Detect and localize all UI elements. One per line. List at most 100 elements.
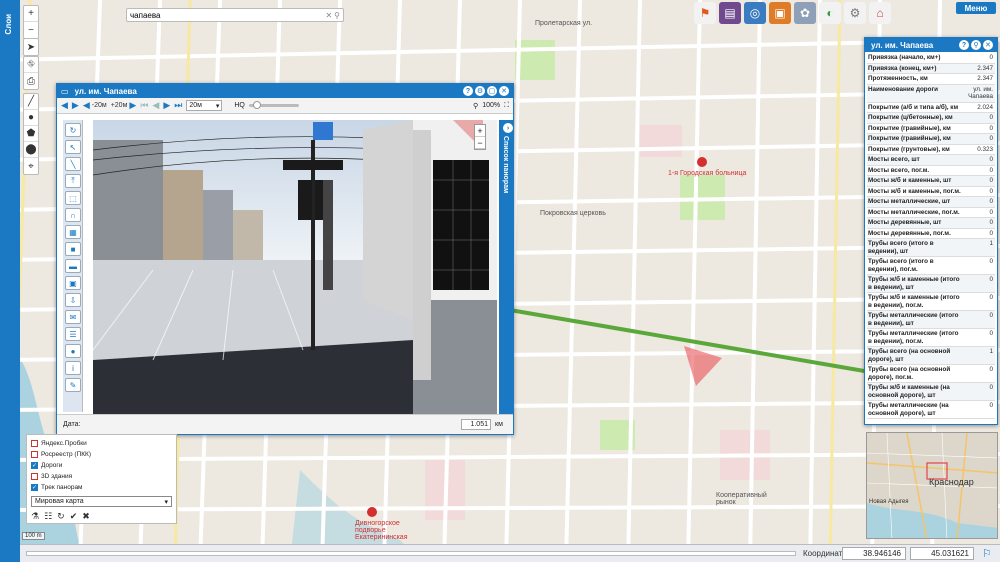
snapshot-icon[interactable]: ▣ <box>65 276 81 290</box>
attributes-close-icon[interactable]: ✕ <box>983 40 993 50</box>
book-icon[interactable]: ▤ <box>719 2 741 24</box>
basemap-select[interactable]: Мировая карта ▾ <box>31 496 172 507</box>
refresh-icon[interactable]: ↻ <box>57 511 65 522</box>
next-arrow-icon[interactable]: ▶ <box>72 100 79 111</box>
layer-checkbox[interactable] <box>31 440 38 447</box>
filter-icon[interactable]: ⚗ <box>31 511 39 522</box>
print-icon[interactable]: ⎙ <box>24 73 38 89</box>
layer-item[interactable]: ✓ Дороги <box>31 460 172 471</box>
layer-item[interactable]: ✓ Трек панорам <box>31 482 172 493</box>
last-icon[interactable]: ⏭ <box>174 100 182 111</box>
grid-icon[interactable]: ▦ <box>65 225 81 239</box>
measure-height-icon[interactable]: ⤒ <box>65 174 81 188</box>
tools-icon[interactable]: ✎ <box>65 378 81 392</box>
fullscreen-icon[interactable]: ⛶ <box>504 102 509 110</box>
search-input[interactable] <box>130 10 324 20</box>
attribute-key: Трубы металлические (итого в ведении), ш… <box>868 312 959 327</box>
measure-line-icon[interactable]: ╲ <box>65 157 81 171</box>
layers-sidebar-toggle[interactable]: Слои <box>0 0 20 562</box>
search-icon[interactable]: ⚲ <box>334 11 340 20</box>
draw-point-icon[interactable]: ● <box>24 110 38 126</box>
menu-button[interactable]: Меню <box>956 2 996 14</box>
collapse-icon[interactable]: › <box>503 123 513 133</box>
zoom-out-button[interactable]: − <box>24 22 38 38</box>
layer-item[interactable]: 3D здания <box>31 471 172 482</box>
quality-slider[interactable] <box>248 101 299 109</box>
road-icon[interactable]: ⛗ <box>24 57 38 73</box>
map-pin-icon[interactable]: ⚑ <box>694 2 716 24</box>
gear-icon[interactable]: ⚙ <box>844 2 866 24</box>
layer-checkbox[interactable] <box>31 473 38 480</box>
longitude-field[interactable]: 38.946146 <box>842 547 906 560</box>
layer-item[interactable]: Росреестр (ПКК) <box>31 449 172 460</box>
horizontal-scrollbar[interactable] <box>26 551 796 556</box>
map-scale: 100 m <box>22 532 45 540</box>
rewind-icon[interactable]: ◀ <box>152 100 159 111</box>
panorama-pointcloud-view[interactable] <box>413 120 497 414</box>
panorama-titlebar[interactable]: ▭ ул. им. Чапаева ? ⚙ ▢ ✕ <box>57 84 513 98</box>
latitude-field[interactable]: 45.031621 <box>910 547 974 560</box>
export-icon[interactable]: ⇩ <box>65 293 81 307</box>
glasses-icon[interactable]: ◎ <box>744 2 766 24</box>
layer-icon[interactable]: ■ <box>65 242 81 256</box>
map-label-hospital: 1-я Городская больница <box>668 170 747 177</box>
panorama-list-toggle[interactable]: › Список панорам <box>499 120 514 414</box>
attributes-pin-icon[interactable]: ⚲ <box>971 40 981 50</box>
overview-minimap[interactable]: Краснодар Новая Адыгея <box>866 432 998 539</box>
clear-icon[interactable]: ✕ <box>325 11 332 20</box>
close-icon[interactable]: ✖ <box>82 511 90 522</box>
attribute-key: Трубы всего (итого в ведении), пог.м. <box>868 258 934 273</box>
layer-item[interactable]: Яндекс.Пробки <box>31 438 172 449</box>
settings-icon[interactable]: ⚙ <box>475 86 485 96</box>
draw-circle-icon[interactable]: ⬤ <box>24 142 38 158</box>
layer-label: Яндекс.Пробки <box>41 440 87 447</box>
play-icon[interactable]: ▶ <box>163 100 170 111</box>
chevron-down-icon: ▾ <box>164 498 168 506</box>
draw-line-icon[interactable]: ╱ <box>24 94 38 110</box>
step-back-button[interactable]: ◀ -20м <box>83 100 107 111</box>
magnet-icon[interactable]: ∩ <box>65 208 81 222</box>
close-icon[interactable]: ✕ <box>499 86 509 96</box>
layers-stack-icon[interactable]: ☷ <box>44 511 52 522</box>
maximize-icon[interactable]: ▢ <box>487 86 497 96</box>
measure-area-icon[interactable]: ⬚ <box>65 191 81 205</box>
panorama-zoom-out[interactable]: − <box>475 137 485 149</box>
layer-checkbox[interactable]: ✓ <box>31 484 38 491</box>
attributes-help-icon[interactable]: ? <box>959 40 969 50</box>
film-icon[interactable]: ✿ <box>794 2 816 24</box>
photo-icon[interactable]: ▣ <box>769 2 791 24</box>
first-icon[interactable]: ⏮ <box>140 100 148 111</box>
pointer-icon[interactable]: ↖ <box>65 140 81 154</box>
layer-checkbox[interactable] <box>31 451 38 458</box>
locate-icon[interactable]: ➤ <box>24 39 38 55</box>
place-marker-icon[interactable]: ⌖ <box>24 158 38 174</box>
distance-value[interactable]: 1.051 <box>461 419 491 430</box>
note-icon[interactable]: ✉ <box>65 310 81 324</box>
prev-arrow-icon[interactable]: ◀ <box>61 100 68 111</box>
attribute-row: Протяженность, км 2.347 <box>867 74 995 85</box>
list-icon[interactable]: ☰ <box>65 327 81 341</box>
attribute-value: 0 <box>989 294 993 301</box>
attribute-row: Покрытие (гравийные), км 0 <box>867 124 995 134</box>
color-icon[interactable]: ● <box>65 344 81 358</box>
step-forward-button[interactable]: +20м ▶ <box>111 100 137 111</box>
layer-checkbox[interactable]: ✓ <box>31 462 38 469</box>
panorama-view[interactable] <box>93 120 413 414</box>
attributes-titlebar[interactable]: ул. им. Чапаева ? ⚲ ✕ <box>865 38 997 52</box>
road-sign-icon[interactable]: ▬ <box>65 259 81 273</box>
map-label-cooperative: Кооперативный рынок <box>716 492 767 506</box>
rotate-icon[interactable]: ↻ <box>65 123 81 137</box>
palette-icon[interactable]: ◐ <box>819 2 841 24</box>
panorama-zoom-in[interactable]: + <box>475 125 485 137</box>
info-icon[interactable]: i <box>65 361 81 375</box>
step-select[interactable]: 20м ▾ <box>186 100 223 111</box>
check-icon[interactable]: ✔ <box>70 511 78 522</box>
zoom-icon[interactable]: ⚲ <box>473 102 478 110</box>
attribute-value: 0 <box>989 198 993 205</box>
layer-list: Яндекс.Пробки Росреестр (ПКК) ✓ Дороги 3D зд… <box>31 438 172 493</box>
home-icon[interactable]: ⌂ <box>869 2 891 24</box>
zoom-in-button[interactable]: + <box>24 6 38 22</box>
help-icon[interactable]: ? <box>463 86 473 96</box>
globe-icon[interactable]: ⚐ <box>982 547 992 560</box>
draw-polygon-icon[interactable]: ⬟ <box>24 126 38 142</box>
